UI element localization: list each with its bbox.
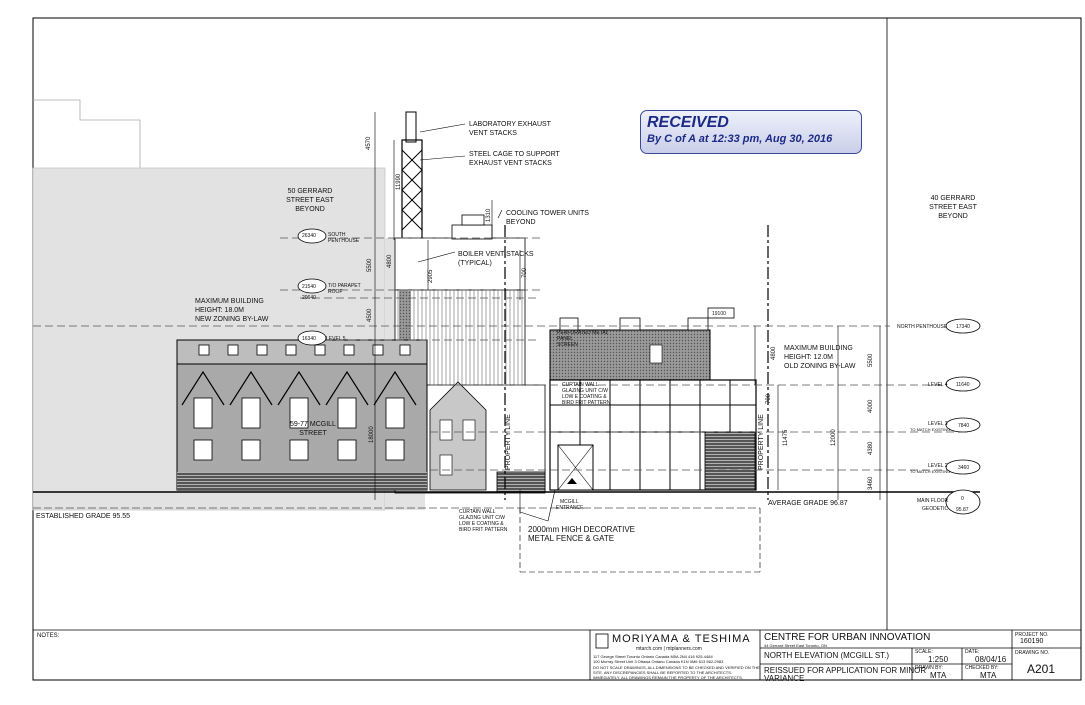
exhaust-stack-tower (401, 111, 423, 241)
dim-1310: 1310 (486, 208, 492, 222)
marker-south-penthouse-value: 26340 (302, 233, 316, 239)
dim-2905: 2905 (428, 269, 434, 283)
drawing-no-label: DRAWING NO. (1015, 650, 1050, 656)
label-fence-2: METAL FENCE & GATE (528, 534, 614, 543)
level-north-penthouse-name: NORTH PENTHOUSE (897, 324, 948, 330)
scale-value: 1:250 (928, 655, 949, 664)
issue-line-2: VARIANCE (764, 674, 805, 683)
label-property-line-left: PROPERTY LINE (505, 414, 512, 470)
level-3-value: 7840 (958, 423, 969, 429)
label-max-old-3: OLD ZONING BY-LAW (784, 363, 856, 370)
firm-sub: mtarch.com | mtplanners.com (636, 646, 702, 652)
dim-4800-b: 4800 (771, 346, 777, 360)
drawing-title: NORTH ELEVATION (MCGILL ST.) (764, 651, 890, 660)
dim-11475: 11475 (783, 429, 789, 446)
label-50-gerrard-1: 50 GERRARD (288, 188, 333, 195)
label-50-gerrard-3: BEYOND (295, 206, 325, 213)
marker-parapet2-value: 20640 (302, 295, 316, 301)
firm-addr-2: 100 Murray Street Unit 3 Ottawa Ontario … (593, 659, 724, 664)
dim-12000: 12000 (831, 429, 837, 446)
elevation-drawing: 50 GERRARD STREET EAST BEYOND 40 GERRARD… (32, 17, 1082, 681)
dim-5500-a: 5500 (367, 258, 373, 272)
firm-name: MORIYAMA & TESHIMA (612, 633, 751, 645)
label-lab-exhaust-2: VENT STACKS (469, 130, 517, 137)
label-boiler-2: (TYPICAL) (458, 260, 492, 267)
marker-parapet-value: 21540 (302, 284, 316, 290)
dim-700-b: 700 (766, 393, 772, 404)
level-main-floor-name: MAIN FLOOR (917, 498, 949, 504)
label-max-old-2: HEIGHT: 12.0M (784, 354, 833, 361)
label-average-grade: AVERAGE GRADE 96.87 (768, 500, 848, 507)
dim-4000: 4000 (868, 399, 874, 413)
dim-700-a: 700 (522, 267, 528, 278)
dim-5500-b: 5500 (868, 353, 874, 367)
label-boiler-1: BOILER VENT STACKS (458, 251, 534, 258)
firm-note-3: IMMEDIATELY. ALL DRAWINGS REMAIN THE PRO… (593, 675, 743, 680)
stamp-title: RECEIVED (647, 114, 729, 131)
label-40-gerrard-2: STREET EAST (929, 204, 977, 211)
label-max-new-2: HEIGHT: 18.0M (195, 307, 244, 314)
dim-4500: 4500 (367, 308, 373, 322)
level-main-floor-value: 0 (961, 496, 964, 502)
level-main-floor-extra: 95.87 (956, 507, 969, 513)
label-cooling-1: COOLING TOWER UNITS (506, 210, 589, 217)
level-2-note: TO MATCH EXISTING (910, 469, 950, 474)
label-max-new-1: MAXIMUM BUILDING (195, 298, 264, 305)
level-2-value: 3460 (958, 465, 969, 471)
label-mcgill-street-2: STREET (299, 430, 327, 437)
label-mcgill-street-1: 59-77 MCGILL (290, 421, 336, 428)
label-cooling-2: BEYOND (506, 219, 536, 226)
project-no-value: 160190 (1020, 638, 1044, 645)
label-fence-1: 2000mm HIGH DECORATIVE (528, 525, 635, 534)
dim-11990: 11990 (396, 173, 402, 190)
drawing-no-value: A201 (1027, 662, 1056, 676)
level-main-floor-note: GEODETIC (922, 506, 949, 512)
notes-label: NOTES: (37, 633, 60, 639)
label-max-new-3: NEW ZONING BY-LAW (195, 316, 269, 323)
marker-parapet-2: ROOF (328, 289, 342, 295)
dim-4800-a: 4800 (387, 254, 393, 268)
label-perforated-3: SCREEN (557, 342, 578, 348)
dim-18000: 18000 (369, 426, 375, 443)
received-stamp: RECEIVED By C of A at 12:33 pm, Aug 30, … (640, 110, 862, 154)
dim-3460: 3460 (868, 476, 874, 490)
label-property-line-right: PROPERTY LINE (758, 414, 765, 470)
dim-4570: 4570 (366, 136, 372, 150)
marker-level5-value: 16340 (302, 336, 316, 342)
label-curtain-upper-4: BIRD FRIT PATTERN (562, 400, 611, 406)
project-title: CENTRE FOR URBAN INNOVATION (764, 632, 931, 643)
date-value: 08/04/16 (975, 655, 1007, 664)
label-established-grade: ESTABLISHED GRADE 95.55 (36, 513, 130, 520)
label-40-gerrard-3: BEYOND (938, 213, 968, 220)
label-steel-cage-2: EXHAUST VENT STACKS (469, 160, 552, 167)
label-entrance-2: ENTRANCE (556, 505, 584, 511)
marker-19100: 19100 (712, 311, 726, 317)
label-max-old-1: MAXIMUM BUILDING (784, 345, 853, 352)
level-4-value: 11640 (956, 382, 970, 388)
project-address: 44 Gerrard Street East Toronto, ON (764, 643, 827, 648)
marker-south-penthouse-2: PENTHOUSE (328, 238, 360, 244)
marker-level5-label: LEVEL 5 (326, 336, 346, 342)
level-3-note: TO MATCH EXISTING (910, 427, 950, 432)
label-steel-cage-1: STEEL CAGE TO SUPPORT (469, 151, 560, 158)
drawn-by-value: MTA (930, 671, 947, 680)
checked-by-value: MTA (980, 671, 997, 680)
level-4-name: LEVEL 4 (928, 382, 948, 388)
label-40-gerrard-1: 40 GERRARD (931, 195, 976, 202)
label-curtain-lower-4: BIRD FRIT PATTERN (459, 527, 508, 533)
stamp-line: By C of A at 12:33 pm, Aug 30, 2016 (647, 133, 833, 145)
dim-4380: 4380 (868, 441, 874, 455)
level-north-penthouse-value: 17340 (956, 324, 970, 330)
label-lab-exhaust-1: LABORATORY EXHAUST (469, 121, 552, 128)
label-50-gerrard-2: STREET EAST (286, 197, 334, 204)
